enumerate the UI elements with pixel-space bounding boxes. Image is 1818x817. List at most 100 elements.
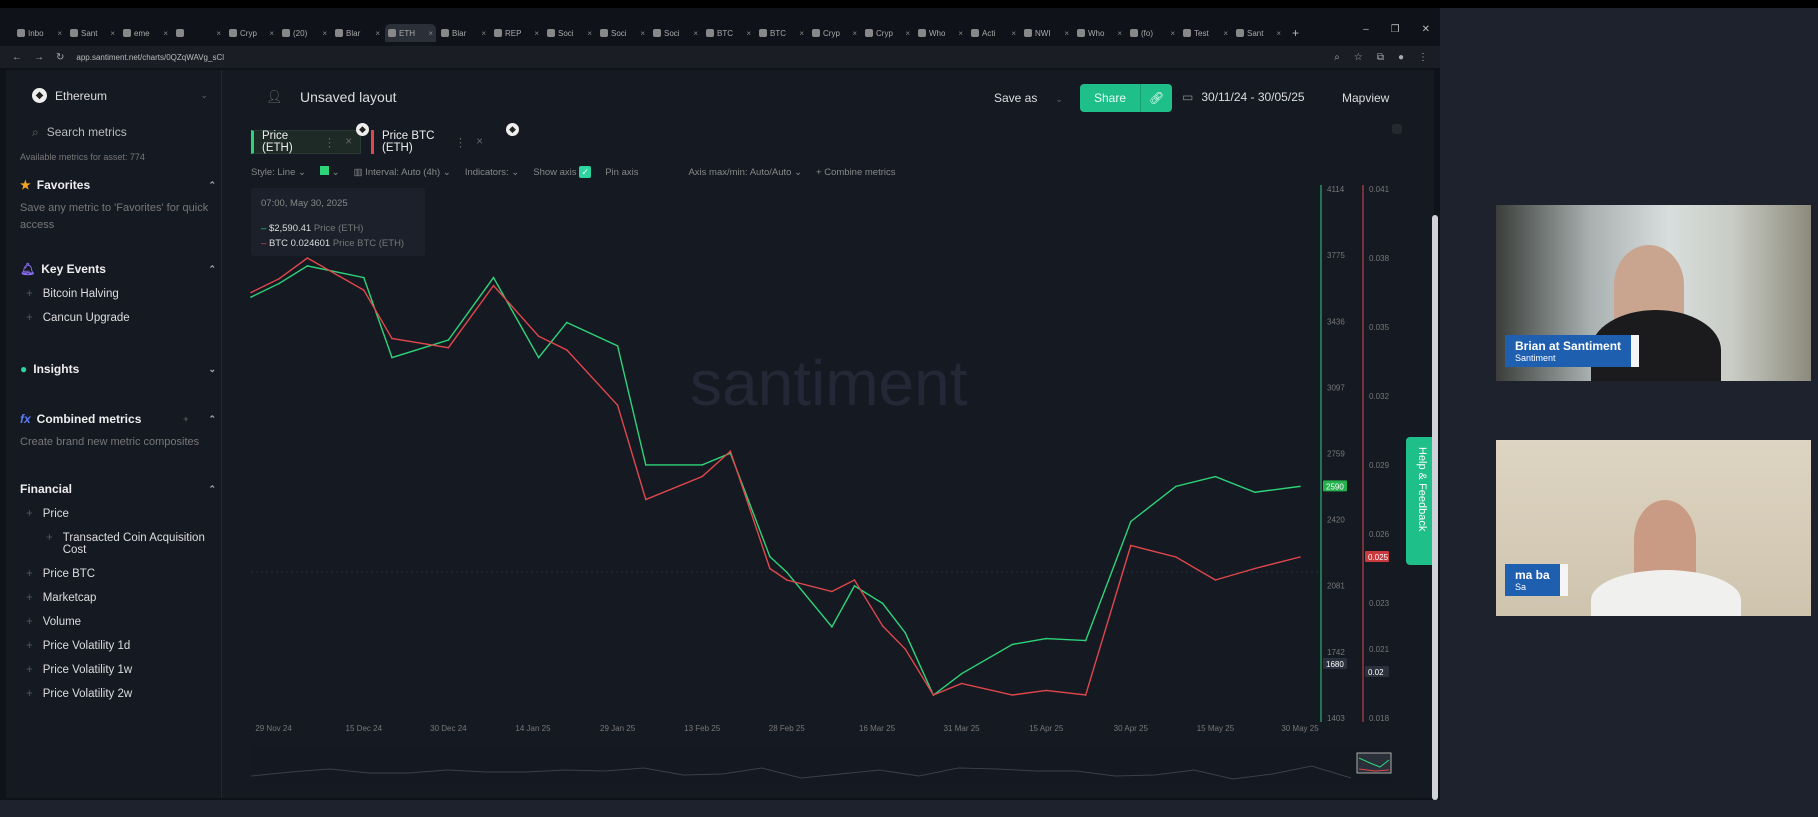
browser-tab[interactable]: Sant × <box>67 24 118 42</box>
close-tab-icon[interactable]: × <box>216 29 221 38</box>
close-tab-icon[interactable]: × <box>587 29 592 38</box>
forward-icon[interactable]: → <box>34 52 44 63</box>
back-icon[interactable]: ← <box>12 52 22 63</box>
tab-label: Who <box>929 28 946 38</box>
browser-tab[interactable]: Who × <box>915 24 966 42</box>
browser-tab[interactable]: Soci × <box>544 24 595 42</box>
close-tab-icon[interactable]: × <box>1276 29 1281 38</box>
browser-tab[interactable]: eme × <box>120 24 171 42</box>
close-tab-icon[interactable]: × <box>640 29 645 38</box>
profile-icon[interactable]: ● <box>1398 52 1404 63</box>
browser-tab[interactable]: NWI × <box>1021 24 1072 42</box>
close-icon[interactable]: ✕ <box>1422 24 1430 35</box>
zoom-icon[interactable]: ⌕ <box>1334 52 1340 63</box>
browser-tab[interactable]: (fo) × <box>1127 24 1178 42</box>
search-metrics-input[interactable]: ⌕ Search metrics <box>32 125 127 140</box>
browser-tab[interactable]: BTC × <box>703 24 754 42</box>
left-axis-tick: 3436 <box>1327 317 1345 326</box>
browser-tab[interactable]: Test × <box>1180 24 1231 42</box>
close-tab-icon[interactable]: × <box>905 29 910 38</box>
close-tab-icon[interactable]: × <box>852 29 857 38</box>
close-tab-icon[interactable]: × <box>428 29 433 38</box>
close-tab-icon[interactable]: × <box>1064 29 1069 38</box>
bookmark-icon[interactable]: ☆ <box>1354 52 1363 63</box>
browser-tab[interactable]: Cryp × <box>862 24 913 42</box>
fx-icon: fx <box>20 412 31 426</box>
close-tab-icon[interactable]: × <box>1117 29 1122 38</box>
sidebar-item-cancun-upgrade[interactable]: + Cancun Upgrade <box>20 312 216 324</box>
favorites-title: Favorites <box>36 178 91 192</box>
x-axis-tick: 13 Feb 25 <box>684 724 721 733</box>
add-combined-icon[interactable]: + <box>183 414 188 424</box>
browser-tab[interactable]: Cryp × <box>226 24 277 42</box>
sidebar-item-metric[interactable]: + Transacted Coin Acquisition Cost <box>20 532 216 556</box>
sidebar-item-metric[interactable]: + Marketcap <box>20 592 216 604</box>
close-tab-icon[interactable]: × <box>746 29 751 38</box>
help-feedback-button[interactable]: Help & Feedback <box>1406 437 1434 565</box>
x-axis-tick: 30 May 25 <box>1281 724 1319 733</box>
sidebar-item-bitcoin-halving[interactable]: + Bitcoin Halving <box>20 288 216 300</box>
close-tab-icon[interactable]: × <box>1223 29 1228 38</box>
url-field[interactable]: app.santiment.net/charts/0QZqWAVg_sCl <box>76 53 224 62</box>
financial-section: Financial ⌃ + Price + Transacted Coin Acquis… <box>20 482 216 700</box>
help-label: Help & Feedback <box>1416 447 1428 532</box>
combined-metrics-header[interactable]: fx Combined metrics + ⌃ <box>20 412 216 426</box>
close-tab-icon[interactable]: × <box>799 29 804 38</box>
x-axis-tick: 30 Apr 25 <box>1114 724 1149 733</box>
sidebar-item-metric[interactable]: + Volume <box>20 616 216 628</box>
browser-tab[interactable]: REP × <box>491 24 542 42</box>
browser-tab[interactable]: Soci × <box>597 24 648 42</box>
key-events-header[interactable]: 🔔︎ Key Events ⌃ <box>20 262 216 276</box>
close-tab-icon[interactable]: × <box>693 29 698 38</box>
reload-icon[interactable]: ↻ <box>56 52 64 63</box>
close-tab-icon[interactable]: × <box>269 29 274 38</box>
close-tab-icon[interactable]: × <box>110 29 115 38</box>
close-tab-icon[interactable]: × <box>57 29 62 38</box>
sidebar-item-metric[interactable]: + Price <box>20 508 216 520</box>
browser-tab[interactable]: ETH × <box>385 24 436 42</box>
asset-selector[interactable]: ◆ Ethereum ⌄ <box>32 88 208 103</box>
browser-tab[interactable]: Blar × <box>438 24 489 42</box>
sidebar-item-metric[interactable]: + Price Volatility 2w <box>20 688 216 700</box>
left-axis-tick: 1403 <box>1327 714 1345 723</box>
browser-tab[interactable]: Cryp × <box>809 24 860 42</box>
price-chart[interactable]: santiment 4114 3775 3436 3097 2759 2420 2081 174… <box>230 70 1430 798</box>
plus-icon: + <box>26 664 33 676</box>
browser-tab[interactable]: Inbo × <box>14 24 65 42</box>
financial-header[interactable]: Financial ⌃ <box>20 482 216 496</box>
sidebar-item-metric[interactable]: + Price Volatility 1w <box>20 664 216 676</box>
sidebar-item-metric[interactable]: + Price BTC <box>20 568 216 580</box>
close-tab-icon[interactable]: × <box>375 29 380 38</box>
chevron-up-icon: ⌃ <box>208 483 216 494</box>
browser-tab[interactable]: Acti × <box>968 24 1019 42</box>
close-tab-icon[interactable]: × <box>1011 29 1016 38</box>
scrollbar[interactable] <box>1432 215 1438 800</box>
close-tab-icon[interactable]: × <box>163 29 168 38</box>
chart-settings-icon[interactable] <box>1392 124 1402 134</box>
favorites-header[interactable]: ★ Favorites ⌃ <box>20 178 216 192</box>
minimize-icon[interactable]: – <box>1363 24 1369 35</box>
browser-tab[interactable]: × <box>173 24 224 42</box>
extensions-icon[interactable]: ⧉ <box>1377 52 1384 63</box>
insights-title: Insights <box>33 362 80 376</box>
data-point <box>537 356 540 359</box>
browser-tab[interactable]: Soci × <box>650 24 701 42</box>
restore-icon[interactable]: ❐ <box>1391 24 1400 35</box>
navigator[interactable] <box>251 746 1391 784</box>
close-tab-icon[interactable]: × <box>322 29 327 38</box>
insights-header[interactable]: ● Insights ⌄ <box>20 362 216 376</box>
browser-tab[interactable]: Sant × <box>1233 24 1284 42</box>
close-tab-icon[interactable]: × <box>534 29 539 38</box>
sidebar-item-metric[interactable]: + Price Volatility 1d <box>20 640 216 652</box>
close-tab-icon[interactable]: × <box>958 29 963 38</box>
menu-icon[interactable]: ⋮ <box>1418 52 1428 63</box>
close-tab-icon[interactable]: × <box>481 29 486 38</box>
new-tab-button[interactable]: + <box>1292 26 1299 40</box>
close-tab-icon[interactable]: × <box>1170 29 1175 38</box>
tab-label: Soci <box>611 28 627 38</box>
plus-icon: + <box>46 532 53 544</box>
browser-tab[interactable]: (20) × <box>279 24 330 42</box>
browser-tab[interactable]: Who × <box>1074 24 1125 42</box>
browser-tab[interactable]: Blar × <box>332 24 383 42</box>
browser-tab[interactable]: BTC × <box>756 24 807 42</box>
